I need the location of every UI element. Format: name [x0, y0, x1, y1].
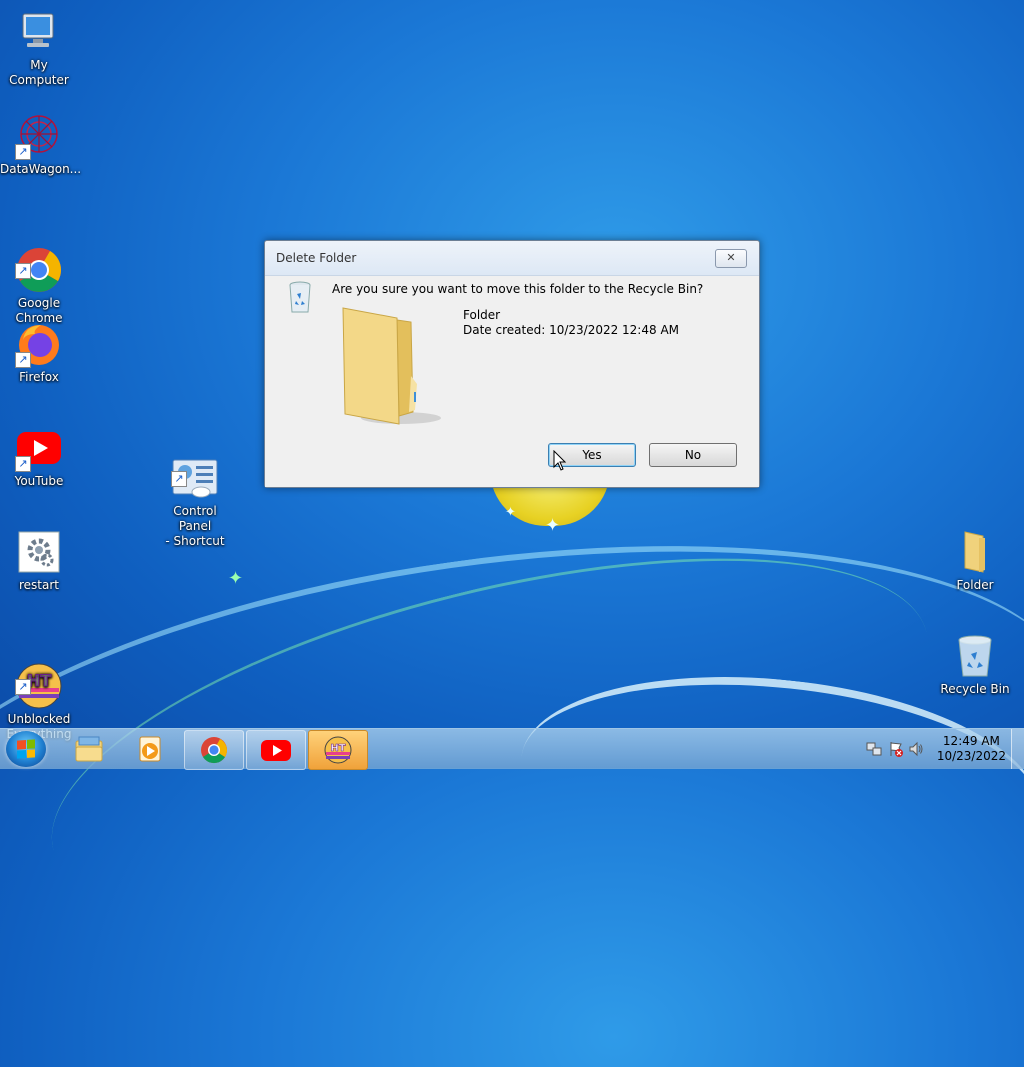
windows-logo-icon	[17, 739, 35, 759]
unblocked-everything-icon: HT	[323, 736, 353, 764]
recycle-bin-icon	[287, 280, 313, 314]
clock-date: 10/23/2022	[936, 749, 1006, 763]
shortcut-arrow-icon: ↗	[15, 144, 31, 160]
taskbar-explorer[interactable]	[60, 730, 118, 768]
taskbar-youtube[interactable]	[246, 730, 306, 770]
close-icon: ✕	[726, 251, 736, 264]
datawagon-icon: ↗	[15, 112, 63, 160]
computer-icon	[15, 8, 63, 56]
desktop-icon-label: Firefox	[19, 370, 59, 384]
confirmation-question: Are you sure you want to move this folde…	[332, 282, 704, 296]
dialog-body: Are you sure you want to move this folde…	[265, 276, 759, 487]
desktop-icon-label: YouTube	[14, 474, 64, 488]
settings-gear-icon	[15, 528, 63, 576]
folder-icon	[341, 306, 441, 428]
desktop-icon-folder[interactable]: Folder	[936, 528, 1014, 593]
close-button[interactable]: ✕	[715, 249, 747, 268]
no-button[interactable]: No	[649, 443, 737, 467]
svg-text:HT: HT	[330, 743, 345, 754]
youtube-icon: ↗	[15, 424, 63, 472]
taskbar: HT 12:49 AM 10/23/2022	[0, 728, 1024, 770]
desktop-icon-label: Control Panel - Shortcut	[165, 504, 225, 548]
desktop-icon-restart[interactable]: restart	[0, 528, 78, 593]
taskbar-media-player[interactable]	[122, 730, 180, 768]
desktop-icon-youtube[interactable]: ↗ YouTube	[0, 424, 78, 489]
dialog-title: Delete Folder	[276, 251, 357, 265]
chrome-icon	[199, 736, 229, 764]
shortcut-arrow-icon: ↗	[171, 471, 187, 487]
desktop-icon-label: My Computer	[9, 58, 69, 87]
item-name: Folder	[463, 308, 501, 322]
taskbar-unblocked-everything[interactable]: HT	[308, 730, 368, 770]
control-panel-icon: ↗	[171, 439, 219, 498]
folder-icon	[951, 528, 999, 576]
shortcut-arrow-icon: ↗	[15, 352, 31, 368]
show-desktop-button[interactable]	[1011, 729, 1024, 769]
wallpaper-sparkle: ✦	[545, 515, 561, 536]
desktop-icon-control-panel[interactable]: ↗ Control Panel - Shortcut	[156, 424, 234, 564]
desktop-icon-datawagon[interactable]: ↗ DataWagon...	[0, 112, 82, 177]
item-date-created: Date created: 10/23/2022 12:48 AM	[463, 323, 679, 337]
shortcut-arrow-icon: ↗	[15, 679, 31, 695]
taskbar-chrome[interactable]	[184, 730, 244, 770]
desktop-icon-label: restart	[18, 578, 59, 592]
desktop-icon-firefox[interactable]: ↗ Firefox	[0, 320, 78, 385]
desktop-icon-label: DataWagon...	[0, 162, 82, 176]
dialog-titlebar[interactable]: Delete Folder ✕	[265, 241, 759, 276]
chrome-icon: ↗	[15, 231, 63, 292]
firefox-icon: ↗	[15, 320, 63, 368]
start-button[interactable]	[6, 731, 46, 767]
system-tray: 12:49 AM 10/23/2022	[854, 729, 1024, 769]
wallpaper-sparkle: ✦	[228, 568, 244, 589]
desktop-icon-my-computer[interactable]: My Computer	[0, 8, 78, 88]
desktop-icon-label: Folder	[956, 578, 994, 592]
action-center-flag-icon[interactable]	[888, 741, 904, 757]
clock-time: 12:49 AM	[942, 734, 1000, 748]
clock[interactable]: 12:49 AM 10/23/2022	[937, 734, 1006, 764]
desktop-icon-recycle-bin[interactable]: Recycle Bin	[936, 632, 1014, 697]
shortcut-arrow-icon: ↗	[15, 263, 31, 279]
delete-folder-dialog: Delete Folder ✕ Are you sure you want to…	[264, 240, 760, 488]
media-player-icon	[136, 735, 166, 763]
recycle-bin-icon	[951, 632, 999, 680]
item-details: Folder Date created: 10/23/2022 12:48 AM	[463, 308, 679, 338]
volume-icon[interactable]	[908, 741, 924, 757]
shortcut-arrow-icon: ↗	[15, 456, 31, 472]
unblocked-everything-icon: HT ↗	[15, 647, 63, 709]
desktop-icon-label: Recycle Bin	[940, 682, 1010, 696]
network-icon[interactable]	[866, 741, 882, 757]
explorer-icon	[74, 735, 104, 763]
wallpaper-sparkle: ✦	[505, 505, 516, 520]
youtube-icon	[261, 736, 291, 764]
